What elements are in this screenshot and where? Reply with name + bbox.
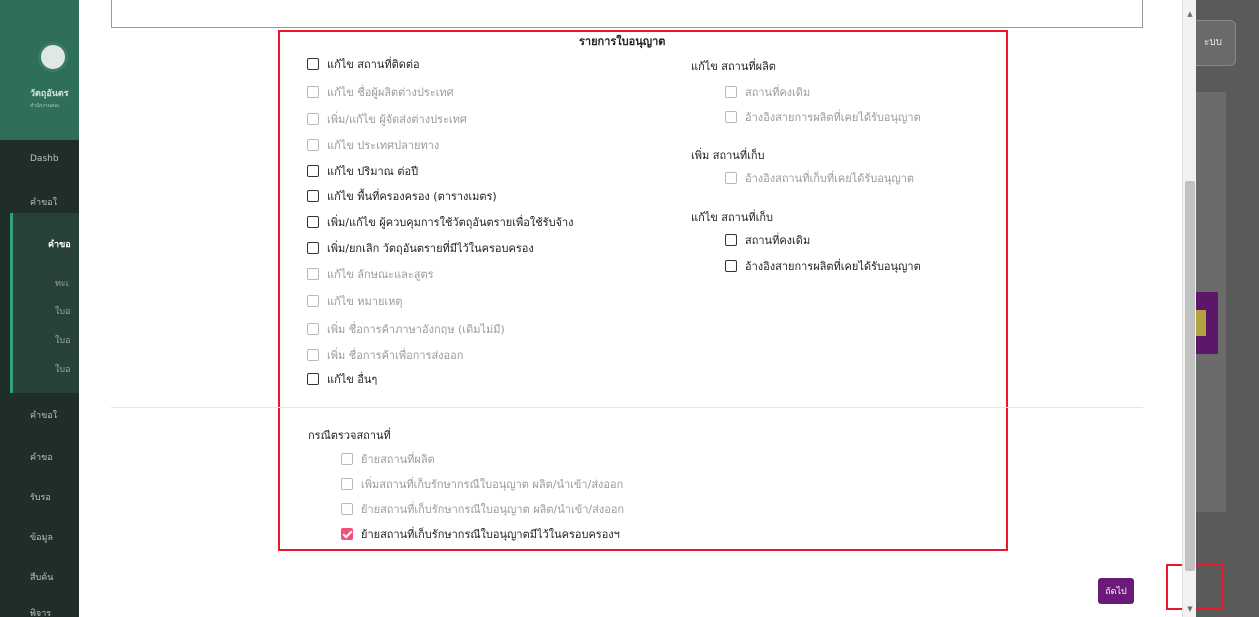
section-title: รายการใบอนุญาต [579,35,666,48]
bg-menu-request-2: คำขอ [48,240,71,250]
app-logo-icon [38,42,68,72]
checkbox-storage-reference: อ้างอิงสถานที่เก็บที่เคยได้รับอนุญาต [725,169,914,187]
checkbox-edit-formula: แก้ไข ลักษณะและสูตร [307,265,434,283]
checkbox-checked-icon[interactable] [341,528,353,540]
background-top-button: ะบบ [1190,20,1236,66]
bg-submenu-3: ใบอ [55,336,71,346]
group-label-edit-production: แก้ไข สถานที่ผลิต [691,60,776,73]
checkbox-box [307,113,319,125]
checkbox-label: เพิ่มสถานที่เก็บรักษากรณีใบอนุญาต ผลิต/น… [361,478,624,491]
bg-submenu-1: ทะเ [55,279,69,289]
checkbox-box[interactable] [307,165,319,177]
checkbox-label: อ้างอิงสายการผลิตที่เคยได้รับอนุญาต [745,260,921,273]
checkbox-box [307,86,319,98]
checkbox-edit-annual-quantity[interactable]: แก้ไข ปริมาณ ต่อปี [307,162,418,180]
modal-scrollbar[interactable]: ▲ ▼ [1182,0,1196,617]
bg-menu-request-3: คำขอใ [30,411,58,421]
background-yellow-block [1196,310,1206,336]
checkbox-box [341,503,353,515]
scroll-up-icon[interactable]: ▲ [1183,8,1197,20]
background-brand: วัตถุอันตร [30,89,69,99]
group-label-edit-storage: แก้ไข สถานที่เก็บ [691,211,774,224]
checkbox-edit-foreign-manufacturer: แก้ไข ชื่อผู้ผลิตต่างประเทศ [307,83,454,101]
group-label-add-storage: เพิ่ม สถานที่เก็บ [691,149,765,162]
group-label-inspection: กรณีตรวจสถานที่ [308,429,391,442]
checkbox-label: แก้ไข ปริมาณ ต่อปี [327,165,419,178]
checkbox-label: แก้ไข ประเทศปลายทาง [327,139,440,152]
checkbox-box [307,295,319,307]
checkbox-label: ย้ายสถานที่เก็บรักษากรณีใบอนุญาตมีไว้ในค… [361,528,620,541]
checkbox-box [307,349,319,361]
checkbox-box[interactable] [725,234,737,246]
checkbox-edit-foreign-shipper: เพิ่ม/แก้ไข ผู้จัดส่งต่างประเทศ [307,110,467,128]
bg-menu-request-4: คำขอ [30,453,53,463]
checkbox-label: เพิ่ม/ยกเลิก วัตถุอันตรายที่มีไว้ในครอบค… [327,242,534,255]
checkbox-box [307,139,319,151]
bg-menu-certify: รับรอ [30,493,51,503]
next-button[interactable]: ถัดไป [1098,578,1134,604]
checkbox-production-unchanged: สถานที่คงเดิม [725,83,810,101]
checkbox-label: แก้ไข ชื่อผู้ผลิตต่างประเทศ [327,86,454,99]
checkbox-label: เพิ่ม ชื่อการค้าเพื่อการส่งออก [327,349,464,362]
checkbox-storage-line-reference[interactable]: อ้างอิงสายการผลิตที่เคยได้รับอนุญาต [725,257,921,275]
checkbox-box[interactable] [307,373,319,385]
checkbox-label: สถานที่คงเดิม [745,86,811,99]
checkbox-label: เพิ่ม ชื่อการค้าภาษาอังกฤษ (เดิมไม่มี) [327,323,505,336]
bg-submenu-4: ใบอ [55,365,71,375]
checkbox-label: เพิ่ม/แก้ไข ผู้ควบคุมการใช้วัตถุอันตรายเ… [327,216,574,229]
checkbox-label: แก้ไข พื้นที่ครองครอง (ตารางเมตร) [327,190,497,203]
checkbox-label: สถานที่คงเดิม [745,234,811,247]
checkbox-edit-area[interactable]: แก้ไข พื้นที่ครองครอง (ตารางเมตร) [307,187,497,205]
bg-menu-search: สืบค้น [30,573,54,583]
checkbox-move-storage-possession[interactable]: ย้ายสถานที่เก็บรักษากรณีใบอนุญาตมีไว้ในค… [341,525,620,543]
checkbox-box[interactable] [307,190,319,202]
checkbox-box [307,268,319,280]
scroll-thumb[interactable] [1185,181,1195,571]
checkbox-box [307,323,319,335]
modal-dialog: รายการใบอนุญาต แก้ไข สถานที่ติดต่อ แก้ไข… [79,0,1224,617]
checkbox-label: ย้ายสถานที่เก็บรักษากรณีใบอนุญาต ผลิต/นำ… [361,503,625,516]
bg-menu-consider: พิจาร [30,609,52,617]
checkbox-edit-other[interactable]: แก้ไข อื่นๆ [307,370,377,388]
checkbox-edit-controller[interactable]: เพิ่ม/แก้ไข ผู้ควบคุมการใช้วัตถุอันตรายเ… [307,213,574,231]
checkbox-box[interactable] [725,260,737,272]
checkbox-label: ย้ายสถานที่ผลิต [361,453,435,466]
checkbox-box [341,478,353,490]
checkbox-box[interactable] [307,58,319,70]
checkbox-move-production: ย้ายสถานที่ผลิต [341,450,435,468]
checkbox-label: อ้างอิงสายการผลิตที่เคยได้รับอนุญาต [745,111,921,124]
checkbox-label: แก้ไข สถานที่ติดต่อ [327,58,420,71]
checkbox-add-storage-license: เพิ่มสถานที่เก็บรักษากรณีใบอนุญาต ผลิต/น… [341,475,623,493]
background-brand-sub: สำนักงานคณ [30,103,59,109]
divider [111,407,1143,408]
checkbox-edit-remark: แก้ไข หมายเหตุ [307,292,403,310]
checkbox-production-reference: อ้างอิงสายการผลิตที่เคยได้รับอนุญาต [725,108,921,126]
bg-menu-dashboard: Dashb [30,154,59,164]
checkbox-add-export-tradename: เพิ่ม ชื่อการค้าเพื่อการส่งออก [307,346,463,364]
checkbox-edit-contact[interactable]: แก้ไข สถานที่ติดต่อ [307,55,420,73]
checkbox-box [725,172,737,184]
checkbox-add-cancel-hazardous[interactable]: เพิ่ม/ยกเลิก วัตถุอันตรายที่มีไว้ในครอบค… [307,239,534,257]
checkbox-label: เพิ่ม/แก้ไข ผู้จัดส่งต่างประเทศ [327,113,467,126]
bg-submenu-2: ใบอ [55,307,71,317]
checkbox-label: แก้ไข ลักษณะและสูตร [327,268,434,281]
checkbox-add-english-tradename: เพิ่ม ชื่อการค้าภาษาอังกฤษ (เดิมไม่มี) [307,320,505,338]
bg-menu-request-1: คำขอใ [30,198,58,208]
checkbox-box [725,111,737,123]
checkbox-label: แก้ไข หมายเหตุ [327,295,403,308]
checkbox-box[interactable] [307,216,319,228]
checkbox-box [725,86,737,98]
bg-menu-data: ข้อมูล [30,533,54,543]
checkbox-box[interactable] [307,242,319,254]
checkbox-label: อ้างอิงสถานที่เก็บที่เคยได้รับอนุญาต [745,172,915,185]
checkbox-move-storage-license: ย้ายสถานที่เก็บรักษากรณีใบอนุญาต ผลิต/นำ… [341,500,624,518]
scroll-down-icon[interactable]: ▼ [1183,603,1197,615]
modal-top-panel [111,0,1143,28]
checkbox-edit-destination-country: แก้ไข ประเทศปลายทาง [307,136,439,154]
checkbox-box [341,453,353,465]
checkbox-storage-unchanged[interactable]: สถานที่คงเดิม [725,231,810,249]
checkbox-label: แก้ไข อื่นๆ [327,373,378,386]
